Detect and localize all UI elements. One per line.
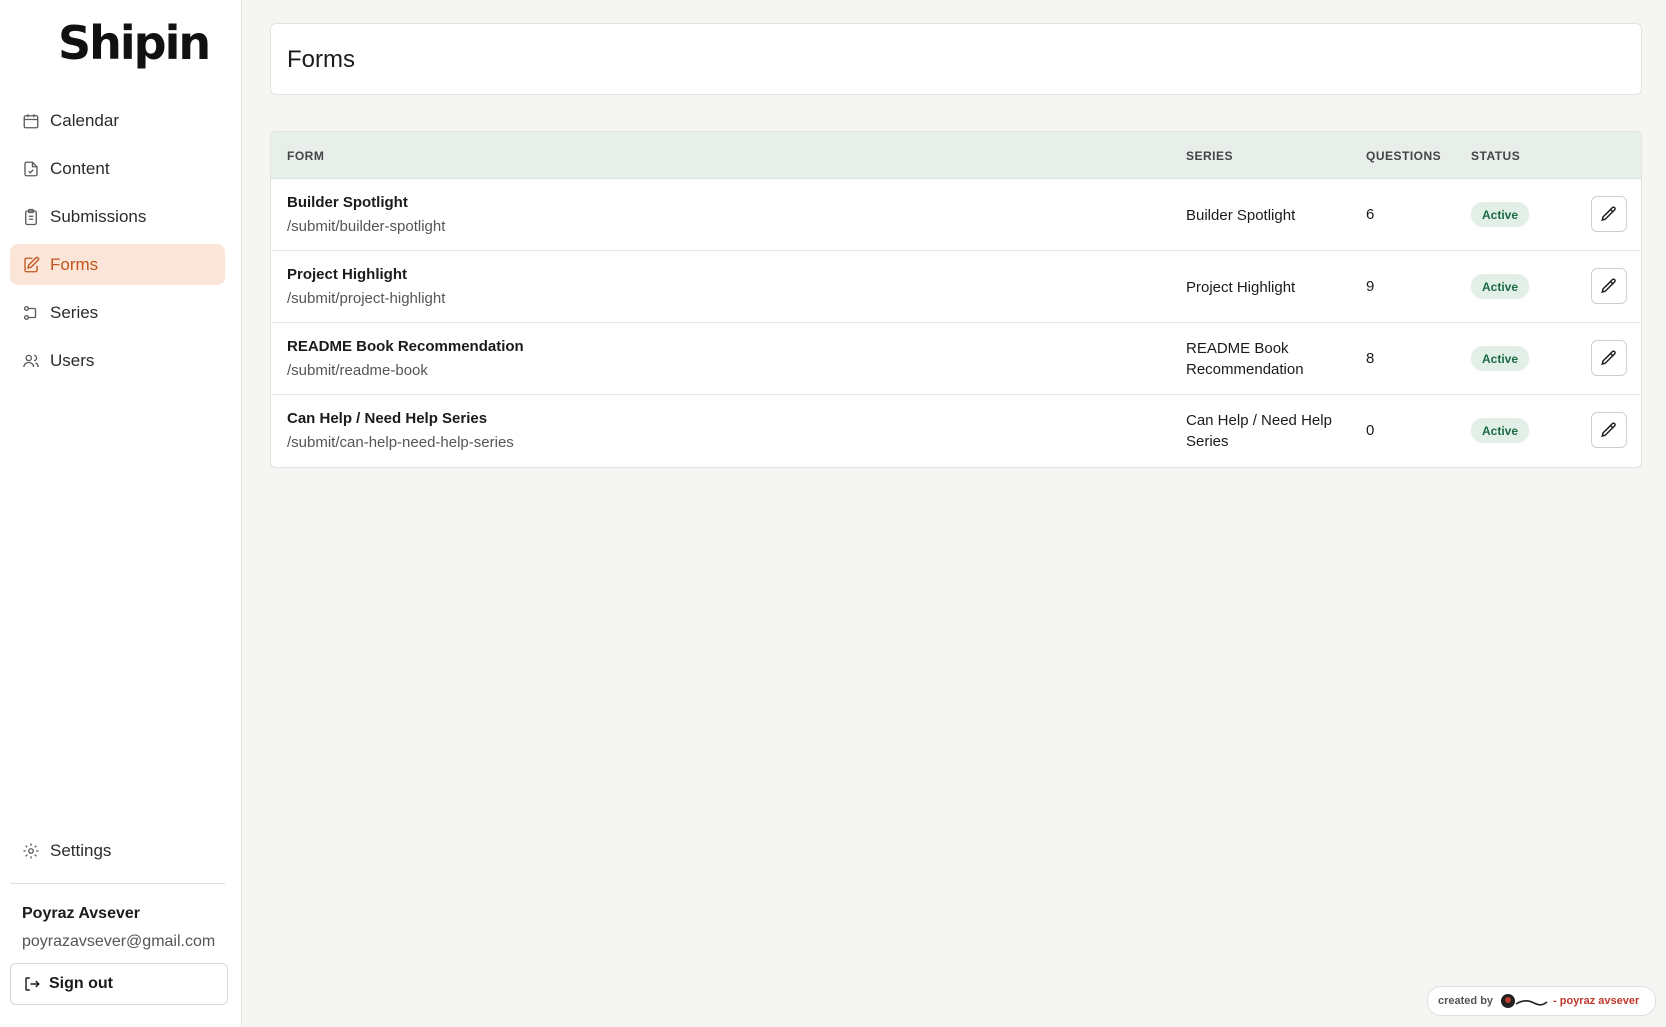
credit-badge[interactable]: created by - poyraz avsever (1427, 986, 1656, 1016)
form-name: README Book Recommendation (287, 338, 524, 355)
settings-section: Settings (10, 830, 225, 878)
table-row[interactable]: README Book Recommendation /submit/readm… (271, 323, 1641, 395)
sidebar-item-users[interactable]: Users (10, 340, 225, 381)
table-row[interactable]: Project Highlight /submit/project-highli… (271, 251, 1641, 323)
sidebar-item-settings[interactable]: Settings (10, 830, 225, 871)
document-icon (22, 160, 40, 178)
column-header-questions[interactable]: QUESTIONS (1366, 149, 1441, 163)
form-path: /submit/can-help-need-help-series (287, 434, 514, 451)
sidebar-item-label: Calendar (50, 110, 119, 130)
form-series: README Book Recommendation (1186, 340, 1304, 378)
form-name: Project Highlight (287, 266, 407, 283)
status-badge: Active (1471, 274, 1529, 299)
form-series: Builder Spotlight (1186, 207, 1296, 224)
form-series: Can Help / Need Help Series (1186, 412, 1332, 450)
pencil-icon (1601, 278, 1616, 293)
users-icon (22, 352, 40, 370)
sidebar-item-forms[interactable]: Forms (10, 244, 225, 285)
credit-author: - poyraz avsever (1553, 995, 1640, 1007)
user-email: poyrazavsever@gmail.com (22, 933, 216, 950)
creator-logo-icon (1499, 992, 1549, 1010)
sidebar-item-calendar[interactable]: Calendar (10, 100, 225, 141)
sidebar-item-label: Series (50, 302, 99, 322)
status-badge: Active (1471, 418, 1529, 443)
sign-out-button[interactable]: Sign out (10, 963, 228, 1005)
page-header: Forms (270, 23, 1642, 95)
form-name: Builder Spotlight (287, 194, 408, 211)
clipboard-icon (22, 208, 40, 226)
form-questions-count: 9 (1366, 278, 1375, 295)
form-path: /submit/builder-spotlight (287, 218, 446, 235)
edit-button[interactable] (1591, 340, 1627, 376)
edit-button[interactable] (1591, 196, 1627, 232)
sidebar-divider (10, 883, 225, 884)
sign-out-label: Sign out (49, 975, 113, 992)
edit-form-icon (22, 256, 40, 274)
gear-icon (22, 842, 40, 860)
sidebar-item-label: Content (50, 158, 110, 178)
forms-table: FORM SERIES QUESTIONS STATUS Builder Spo… (270, 131, 1642, 468)
edit-button[interactable] (1591, 268, 1627, 304)
app-logo[interactable]: Shipin (58, 16, 211, 70)
form-questions-count: 6 (1366, 206, 1375, 223)
sidebar-item-label: Forms (50, 254, 99, 274)
credit-prefix: created by (1438, 995, 1494, 1007)
sign-out-icon (23, 975, 41, 993)
sidebar-item-label: Users (50, 350, 95, 370)
form-path: /submit/readme-book (287, 362, 428, 379)
page-title: Forms (287, 46, 355, 73)
table-row[interactable]: Builder Spotlight /submit/builder-spotli… (271, 179, 1641, 251)
form-questions-count: 0 (1366, 422, 1375, 439)
pencil-icon (1601, 350, 1616, 365)
settings-label: Settings (50, 840, 112, 860)
form-path: /submit/project-highlight (287, 290, 446, 307)
pencil-icon (1601, 422, 1616, 437)
calendar-icon (22, 112, 40, 130)
status-badge: Active (1471, 346, 1529, 371)
sidebar-item-submissions[interactable]: Submissions (10, 196, 225, 237)
sidebar-item-label: Submissions (50, 206, 147, 226)
table-header: FORM SERIES QUESTIONS STATUS (271, 132, 1641, 179)
status-badge: Active (1471, 202, 1529, 227)
sidebar-nav: Calendar Content Submissions Forms Serie… (10, 100, 225, 388)
form-series: Project Highlight (1186, 279, 1296, 296)
column-header-series[interactable]: SERIES (1186, 149, 1233, 163)
table-row[interactable]: Can Help / Need Help Series /submit/can-… (271, 395, 1641, 467)
sidebar-item-content[interactable]: Content (10, 148, 225, 189)
sidebar-item-series[interactable]: Series (10, 292, 225, 333)
column-header-form[interactable]: FORM (287, 149, 324, 163)
form-name: Can Help / Need Help Series (287, 410, 488, 427)
series-icon (22, 304, 40, 322)
user-name: Poyraz Avsever (22, 905, 140, 922)
column-header-status[interactable]: STATUS (1471, 149, 1520, 163)
sidebar: Shipin Calendar Content Submissions Form… (0, 0, 242, 1027)
form-questions-count: 8 (1366, 350, 1375, 367)
edit-button[interactable] (1591, 412, 1627, 448)
pencil-icon (1601, 206, 1616, 221)
